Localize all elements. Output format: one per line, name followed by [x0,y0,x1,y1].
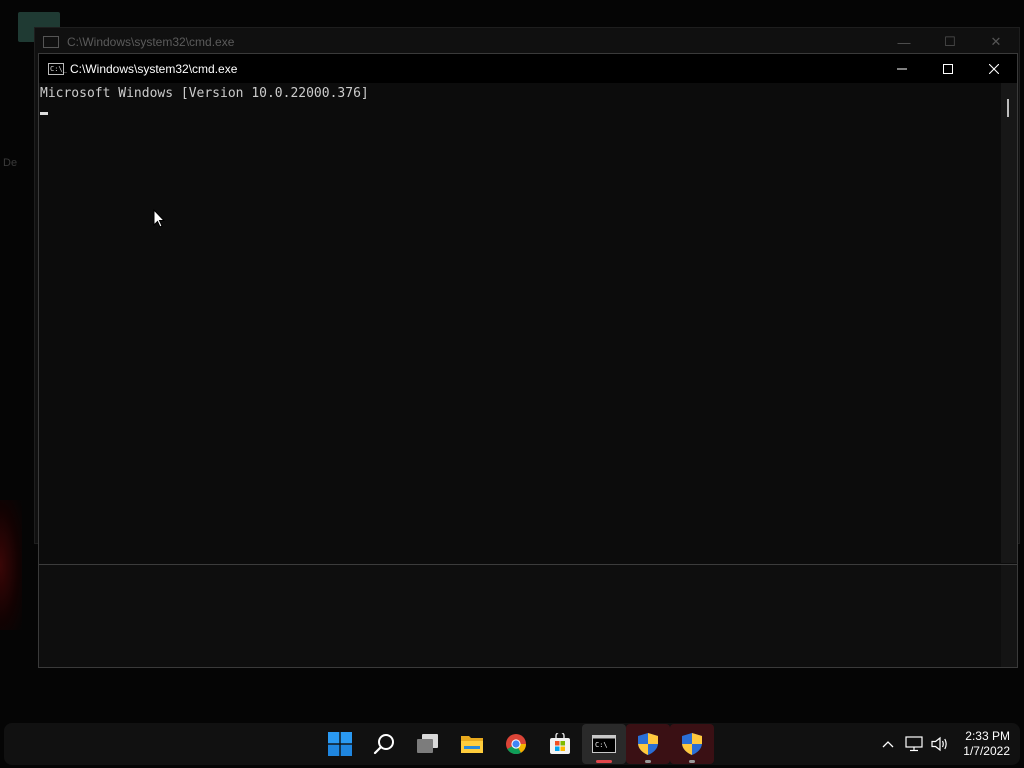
clock[interactable]: 2:33 PM 1/7/2022 [963,729,1010,759]
scrollbar-thumb[interactable] [1007,99,1009,117]
chrome-icon [506,734,527,755]
minimize-icon [897,68,907,69]
shield-icon [682,733,702,755]
file-explorer-button[interactable] [450,724,494,764]
uac-prompt-button-1[interactable] [626,724,670,764]
search-button[interactable] [362,724,406,764]
cmd-icon [43,36,59,48]
bg-minimize-button[interactable]: — [881,28,927,56]
text-cursor [40,112,48,115]
mouse-pointer-icon [153,209,166,228]
lower-scrollbar[interactable] [1001,564,1017,667]
volume-button[interactable] [927,728,953,760]
search-icon [373,734,394,755]
uac-prompt-button-2[interactable] [670,724,714,764]
running-indicator [645,760,651,763]
folder-icon [461,736,483,753]
maximize-icon [943,63,953,74]
vertical-scrollbar[interactable] [1001,83,1017,563]
titlebar[interactable]: C:\_ C:\Windows\system32\cmd.exe [39,54,1017,83]
running-indicator [596,760,612,763]
minimize-button[interactable] [879,54,925,83]
console-lower-pane[interactable] [39,564,1001,667]
cmd-icon: C:\ [592,735,616,753]
taskbar: C:\ 2:33 PM 1/7/2022 [4,723,1020,765]
system-tray: 2:33 PM 1/7/2022 [875,723,1010,765]
console-output[interactable]: Microsoft Windows [Version 10.0.22000.37… [39,83,1001,563]
svg-text:C:\: C:\ [595,741,608,749]
maximize-button[interactable] [925,54,971,83]
close-button[interactable] [971,54,1017,83]
microsoft-store-button[interactable] [538,724,582,764]
command-prompt-taskbar-button[interactable]: C:\ [582,724,626,764]
start-button[interactable] [318,724,362,764]
background-titlebar[interactable]: C:\Windows\system32\cmd.exe — ☐ ✕ [35,28,1019,56]
desktop-wallpaper-fragment [0,500,22,630]
shield-icon [638,733,658,755]
clock-date: 1/7/2022 [963,744,1010,758]
taskbar-apps: C:\ [318,723,714,765]
cmd-window[interactable]: C:\_ C:\Windows\system32\cmd.exe Microso… [38,53,1018,668]
volume-icon [931,736,948,752]
windows-logo-icon [328,732,352,756]
close-icon [989,63,999,74]
chrome-button[interactable] [494,724,538,764]
network-button[interactable] [901,728,927,760]
chevron-up-icon [882,741,894,748]
network-icon [905,736,923,752]
clock-time: 2:33 PM [965,729,1010,743]
task-view-button[interactable] [406,724,450,764]
store-icon [550,733,570,754]
bg-close-button[interactable]: ✕ [973,28,1019,56]
running-indicator [689,760,695,763]
background-window-title: C:\Windows\system32\cmd.exe [67,35,235,49]
bg-maximize-button[interactable]: ☐ [927,28,973,56]
console-text: Microsoft Windows [Version 10.0.22000.37… [40,86,369,101]
window-title: C:\Windows\system32\cmd.exe [70,61,238,76]
desktop-icon-label: De [3,157,18,169]
task-view-icon [417,734,438,753]
cmd-icon[interactable]: C:\_ [48,62,67,75]
show-hidden-icons-button[interactable] [875,728,901,760]
